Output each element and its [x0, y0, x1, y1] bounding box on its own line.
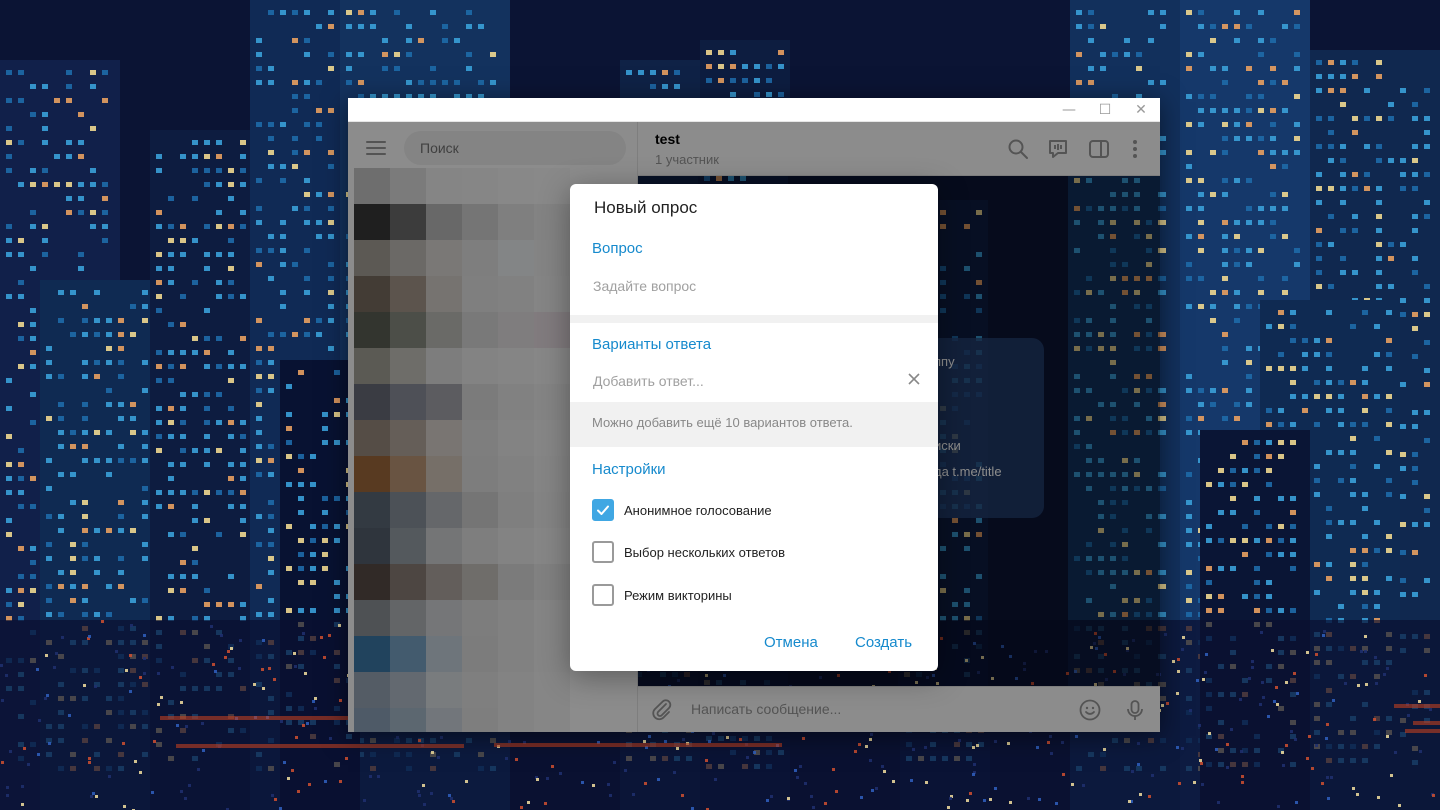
question-input[interactable]: Задайте вопрос: [593, 278, 696, 294]
multiple-answers-checkbox[interactable]: [592, 541, 614, 563]
anonymous-voting-checkbox[interactable]: [592, 499, 614, 521]
checkmark-icon: [597, 505, 609, 515]
answers-hint: Можно добавить ещё 10 вариантов ответа.: [592, 415, 853, 430]
answers-section-label: Варианты ответа: [592, 336, 712, 353]
cancel-button[interactable]: Отмена: [764, 634, 818, 651]
question-section-label: Вопрос: [592, 240, 643, 257]
new-poll-dialog: Новый опрос Вопрос Задайте вопрос Вариан…: [570, 184, 938, 671]
create-button[interactable]: Создать: [855, 634, 912, 651]
section-divider: [570, 315, 938, 323]
dialog-title: Новый опрос: [594, 198, 698, 217]
close-window-button[interactable]: ✕: [1123, 98, 1159, 122]
title-bar[interactable]: — ☐ ✕: [348, 98, 1160, 122]
minimize-button[interactable]: —: [1051, 98, 1087, 122]
multiple-answers-label[interactable]: Выбор нескольких ответов: [624, 545, 785, 560]
maximize-button[interactable]: ☐: [1087, 98, 1123, 122]
settings-section-label: Настройки: [592, 461, 666, 478]
answer-input[interactable]: Добавить ответ...: [593, 373, 704, 389]
quiz-mode-checkbox[interactable]: [592, 584, 614, 606]
anonymous-voting-label[interactable]: Анонимное голосование: [624, 503, 772, 518]
quiz-mode-label[interactable]: Режим викторины: [624, 588, 732, 603]
clear-answer-icon[interactable]: [907, 372, 921, 386]
